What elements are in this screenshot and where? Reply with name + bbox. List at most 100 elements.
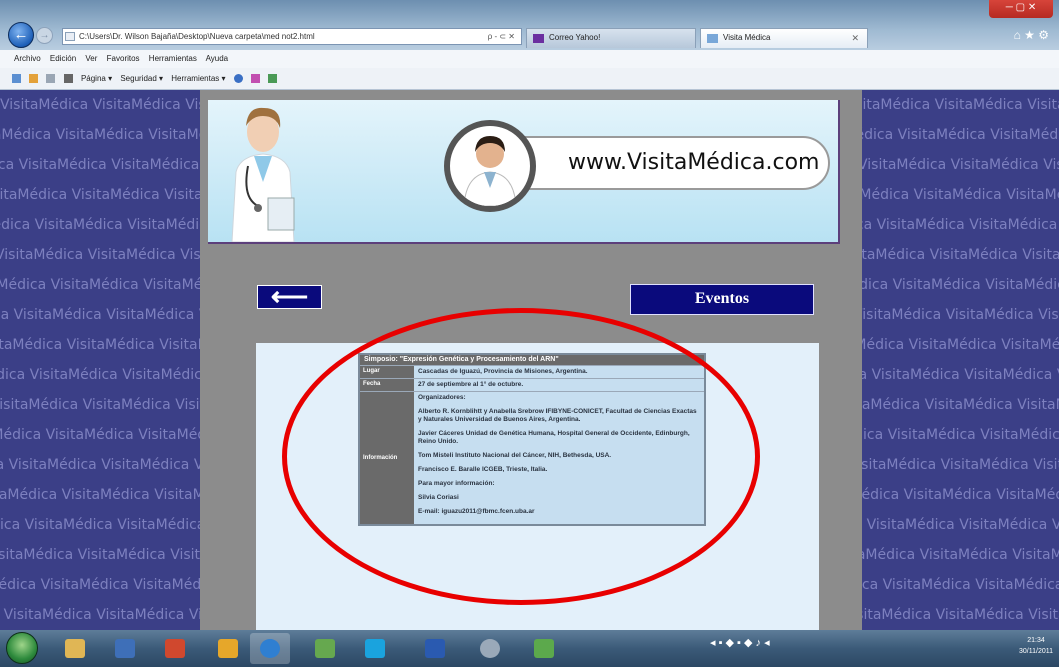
taskbar-office[interactable] xyxy=(155,633,195,664)
address-bar[interactable]: C:\Users\Dr. Wilson Bajaña\Desktop\Nueva… xyxy=(62,28,522,45)
taskbar-explorer[interactable] xyxy=(55,633,95,664)
pattern-text-row: VisitaMédica VisitaMédica VisitaMédica V… xyxy=(862,397,1059,413)
menu-item-archivo[interactable]: Archivo xyxy=(14,54,41,63)
tab-label: Correo Yahoo! xyxy=(549,33,601,42)
taskbar-word[interactable] xyxy=(415,633,455,664)
taskbar-media[interactable] xyxy=(105,633,145,664)
menu-item-ayuda[interactable]: Ayuda xyxy=(206,54,229,63)
back-arrow-button[interactable]: ⟵ xyxy=(257,283,322,309)
pattern-text-row: VisitaMédica VisitaMédica VisitaMédica V… xyxy=(0,187,200,203)
taskbar-network[interactable] xyxy=(305,633,345,664)
command-seguridad[interactable]: Seguridad ▾ xyxy=(120,74,163,83)
pattern-text-row: VisitaMédica VisitaMédica VisitaMédica V… xyxy=(0,547,200,563)
page-icon xyxy=(65,32,75,41)
pattern-text-row: VisitaMédica VisitaMédica VisitaMédica V… xyxy=(0,247,200,263)
mail-icon xyxy=(218,639,238,658)
pattern-text-row: VisitaMédica VisitaMédica VisitaMédica V… xyxy=(0,367,200,383)
pattern-text-row: VisitaMédica VisitaMédica VisitaMédica V… xyxy=(862,217,1059,233)
help-icon[interactable] xyxy=(233,74,243,84)
pattern-text-row: VisitaMédica VisitaMédica VisitaMédica V… xyxy=(0,397,200,413)
pattern-text-row: VisitaMédica VisitaMédica VisitaMédica V… xyxy=(0,127,200,143)
tab-yahoo-mail[interactable]: Correo Yahoo! xyxy=(526,28,696,48)
background-pattern-right: VisitaMédica VisitaMédica VisitaMédica V… xyxy=(862,90,1059,630)
pattern-text-row: VisitaMédica VisitaMédica VisitaMédica V… xyxy=(862,277,1059,293)
taskbar-disc[interactable] xyxy=(470,633,510,664)
doctor-avatar-icon xyxy=(444,120,536,212)
pattern-text-row: VisitaMédica VisitaMédica VisitaMédica V… xyxy=(0,157,200,173)
pattern-text-row: VisitaMédica VisitaMédica VisitaMédica V… xyxy=(862,187,1059,203)
pattern-text-row: VisitaMédica VisitaMédica VisitaMédica V… xyxy=(0,577,200,593)
clock[interactable]: 21:34 30/11/2011 xyxy=(1019,635,1053,657)
menu-item-edicion[interactable]: Edición xyxy=(50,54,76,63)
word-icon xyxy=(425,639,445,658)
menu-item-herramientas[interactable]: Herramientas xyxy=(149,54,197,63)
pattern-text-row: VisitaMédica VisitaMédica VisitaMédica V… xyxy=(862,577,1059,593)
pattern-text-row: VisitaMédica VisitaMédica VisitaMédica V… xyxy=(0,307,200,323)
pattern-text-row: VisitaMédica VisitaMédica VisitaMédica V… xyxy=(0,337,200,353)
pattern-text-row: VisitaMédica VisitaMédica VisitaMédica V… xyxy=(862,337,1059,353)
site-logo-text: www.VisitaMédica.com xyxy=(568,150,820,175)
office-icon xyxy=(165,639,185,658)
address-text: C:\Users\Dr. Wilson Bajaña\Desktop\Nueva… xyxy=(79,32,315,41)
browser-forward-button[interactable]: → xyxy=(36,27,53,44)
background-pattern-left: VisitaMédica VisitaMédica VisitaMédica V… xyxy=(0,90,200,630)
folder-icon xyxy=(65,639,85,658)
page-icon xyxy=(707,34,718,43)
address-tools[interactable]: ρ - ⊂ ✕ xyxy=(488,29,515,44)
pattern-text-row: VisitaMédica VisitaMédica VisitaMédica V… xyxy=(862,97,1059,113)
tab-label: Visita Médica xyxy=(723,33,771,42)
pattern-text-row: VisitaMédica VisitaMédica VisitaMédica V… xyxy=(862,247,1059,263)
research-icon[interactable] xyxy=(251,74,261,84)
pattern-text-row: VisitaMédica VisitaMédica VisitaMédica V… xyxy=(862,517,1059,533)
skype-icon xyxy=(365,639,385,658)
pattern-text-row: VisitaMédica VisitaMédica VisitaMédica V… xyxy=(862,427,1059,443)
header-banner: www.VisitaMédica.com xyxy=(208,100,840,244)
messenger-icon[interactable] xyxy=(268,74,278,84)
eventos-button[interactable]: Eventos xyxy=(630,284,814,315)
system-tray[interactable]: ◂ ▪ ◆ ▪ ◆ ♪ ◂ xyxy=(710,636,770,649)
command-herramientas[interactable]: Herramientas ▾ xyxy=(171,74,225,83)
menu-item-favoritos[interactable]: Favoritos xyxy=(107,54,140,63)
doctor-illustration xyxy=(231,107,295,242)
command-pagina[interactable]: Página ▾ xyxy=(81,74,112,83)
pattern-text-row: VisitaMédica VisitaMédica VisitaMédica V… xyxy=(862,127,1059,143)
taskbar-skype[interactable] xyxy=(355,633,395,664)
pattern-text-row: VisitaMédica VisitaMédica VisitaMédica V… xyxy=(0,607,200,623)
calendar-icon xyxy=(534,639,554,658)
command-bar: Página ▾ Seguridad ▾ Herramientas ▾ xyxy=(0,68,1059,90)
close-tab-icon[interactable]: ✕ xyxy=(851,29,859,47)
media-icon xyxy=(115,639,135,658)
start-button[interactable] xyxy=(6,632,38,664)
pattern-text-row: VisitaMédica VisitaMédica VisitaMédica V… xyxy=(862,607,1059,623)
network-icon xyxy=(315,639,335,658)
home-favorites-tools-icons[interactable]: ⌂ ★ ⚙ xyxy=(1014,28,1049,42)
taskbar-internet-explorer[interactable] xyxy=(250,633,290,664)
browser-back-button[interactable]: ← xyxy=(8,22,34,48)
pattern-text-row: VisitaMédica VisitaMédica VisitaMédica V… xyxy=(862,487,1059,503)
mail-icon[interactable] xyxy=(46,74,56,84)
pattern-text-row: VisitaMédica VisitaMédica VisitaMédica V… xyxy=(862,457,1059,473)
pattern-text-row: VisitaMédica VisitaMédica VisitaMédica V… xyxy=(0,277,200,293)
clock-date: 30/11/2011 xyxy=(1019,648,1053,655)
menu-item-ver[interactable]: Ver xyxy=(85,54,97,63)
home-icon[interactable] xyxy=(12,74,21,84)
feeds-icon[interactable] xyxy=(29,74,39,84)
taskbar-mail[interactable] xyxy=(208,633,248,664)
pattern-text-row: VisitaMédica VisitaMédica VisitaMédica V… xyxy=(0,457,200,473)
internet-explorer-icon xyxy=(260,639,280,658)
pattern-text-row: VisitaMédica VisitaMédica VisitaMédica V… xyxy=(862,547,1059,563)
pattern-text-row: VisitaMédica VisitaMédica VisitaMédica V… xyxy=(0,97,200,113)
pattern-text-row: VisitaMédica VisitaMédica VisitaMédica V… xyxy=(0,487,200,503)
menu-bar: Archivo Edición Ver Favoritos Herramient… xyxy=(0,50,1059,68)
annotation-red-ellipse xyxy=(282,308,760,605)
pattern-text-row: VisitaMédica VisitaMédica VisitaMédica V… xyxy=(0,217,200,233)
pattern-text-row: VisitaMédica VisitaMédica VisitaMédica V… xyxy=(0,427,200,443)
browser-titlebar: ← → C:\Users\Dr. Wilson Bajaña\Desktop\N… xyxy=(0,0,1059,50)
clock-time: 21:34 xyxy=(1027,637,1045,644)
pattern-text-row: VisitaMédica VisitaMédica VisitaMédica V… xyxy=(862,367,1059,383)
taskbar-calendar[interactable] xyxy=(524,633,564,664)
tab-visita-medica[interactable]: Visita Médica ✕ xyxy=(700,28,868,48)
disc-icon xyxy=(480,639,500,658)
print-icon[interactable] xyxy=(63,74,73,84)
window-controls[interactable]: ─ ▢ ✕ xyxy=(989,0,1053,18)
